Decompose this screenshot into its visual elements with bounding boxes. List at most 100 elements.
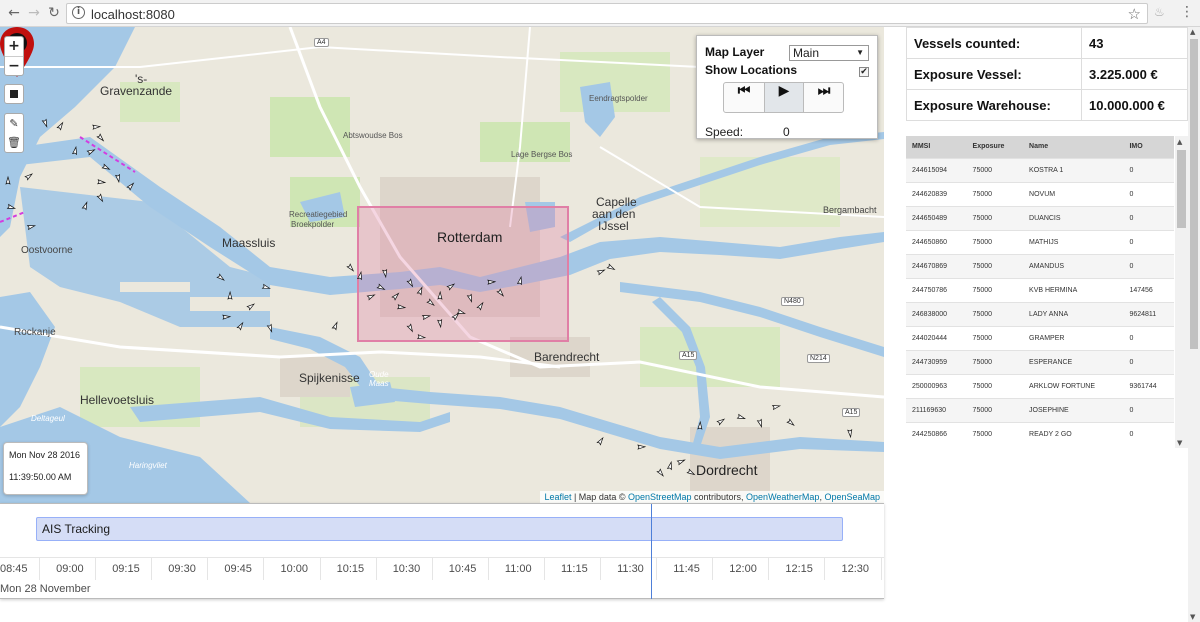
table-row[interactable]: 244620839 75000 NOVUM 0 bbox=[906, 181, 1174, 206]
openseamap-link[interactable]: OpenSeaMap bbox=[824, 492, 880, 502]
vessel-icon[interactable] bbox=[736, 413, 746, 420]
vessel-icon[interactable] bbox=[366, 293, 376, 301]
vessel-icon[interactable] bbox=[676, 458, 686, 466]
vessel-icon[interactable] bbox=[786, 418, 795, 427]
vessel-icon[interactable] bbox=[5, 175, 11, 185]
osm-link[interactable]: OpenStreetMap bbox=[628, 492, 692, 502]
column-header-mmsi[interactable]: MMSI bbox=[906, 136, 967, 158]
edit-icon[interactable]: ✎ bbox=[5, 114, 23, 133]
vessel-icon[interactable] bbox=[451, 312, 460, 321]
owm-link[interactable]: OpenWeatherMap bbox=[746, 492, 819, 502]
vessel-icon[interactable] bbox=[596, 268, 606, 276]
reload-icon[interactable]: ↻ bbox=[44, 3, 64, 23]
timeline[interactable]: AIS Tracking 08:45 09:00 09:15 09:30 09:45 10… bbox=[0, 503, 884, 599]
page-scrollbar[interactable]: ▲ ▼ bbox=[1188, 27, 1200, 622]
table-row[interactable]: 244730959 75000 ESPERANCE 0 bbox=[906, 349, 1174, 374]
bookmark-star-icon[interactable]: ☆ bbox=[1128, 5, 1141, 23]
vessel-icon[interactable] bbox=[686, 468, 696, 476]
vessel-icon[interactable] bbox=[92, 124, 102, 130]
vessel-icon[interactable] bbox=[391, 292, 400, 301]
vessel-icon[interactable] bbox=[346, 263, 355, 272]
vessel-icon[interactable] bbox=[487, 279, 497, 285]
vessel-icon[interactable] bbox=[96, 133, 105, 142]
table-row[interactable]: 244650860 75000 MATHIJS 0 bbox=[906, 229, 1174, 254]
stop-button[interactable] bbox=[4, 84, 24, 104]
play-icon[interactable]: ▶ bbox=[764, 83, 804, 112]
timeline-current-time-cursor[interactable] bbox=[651, 504, 652, 599]
scrollbar-thumb[interactable] bbox=[1190, 39, 1198, 349]
url-text[interactable]: localhost:8080 bbox=[91, 7, 175, 22]
column-header-exposure[interactable]: Exposure bbox=[966, 136, 1024, 158]
scroll-down-icon[interactable]: ▼ bbox=[1190, 613, 1195, 621]
table-row[interactable]: 244020444 75000 GRAMPER 0 bbox=[906, 325, 1174, 350]
column-header-imo[interactable]: IMO bbox=[1123, 136, 1174, 158]
map-view[interactable]: 's- Gravenzande Maassluis Oostvoorne Roc… bbox=[0, 27, 884, 503]
vessel-icon[interactable] bbox=[356, 270, 363, 281]
column-header-name[interactable]: Name bbox=[1023, 136, 1124, 158]
vessel-icon[interactable] bbox=[397, 304, 407, 310]
vessel-icon[interactable] bbox=[216, 273, 225, 281]
vessel-icon[interactable] bbox=[6, 203, 17, 211]
vessel-icon[interactable] bbox=[437, 319, 443, 329]
vessel-icon[interactable] bbox=[406, 323, 414, 333]
vessel-icon[interactable] bbox=[476, 301, 484, 311]
table-row[interactable]: 244250866 75000 READY 2 GO 0 bbox=[906, 421, 1174, 446]
vessel-icon[interactable] bbox=[236, 321, 244, 331]
vessel-icon[interactable] bbox=[606, 263, 616, 271]
vessel-icon[interactable] bbox=[382, 268, 388, 279]
vessel-icon[interactable] bbox=[331, 321, 339, 331]
table-row[interactable]: 244650489 75000 DUANCIS 0 bbox=[906, 205, 1174, 230]
timeline-item-ais-tracking[interactable]: AIS Tracking bbox=[36, 517, 843, 541]
vessel-icon[interactable] bbox=[24, 172, 34, 181]
vessel-icon[interactable] bbox=[71, 145, 78, 156]
vessel-icon[interactable] bbox=[81, 201, 88, 211]
vessel-icon[interactable] bbox=[416, 286, 423, 296]
vessel-table-container[interactable]: MMSI Exposure Name IMO 244615094 75000 KOSTRA… bbox=[906, 136, 1188, 448]
vessel-icon[interactable] bbox=[246, 302, 256, 311]
vessel-icon[interactable] bbox=[666, 460, 674, 471]
vessel-icon[interactable] bbox=[456, 308, 466, 315]
vessel-icon[interactable] bbox=[697, 420, 703, 430]
info-icon[interactable]: i bbox=[72, 6, 85, 19]
vessel-icon[interactable] bbox=[56, 121, 64, 131]
table-row[interactable]: 244615094 75000 KOSTRA 10 bbox=[906, 157, 1174, 182]
table-row[interactable]: 211169630 75000 JOSEPHINE 0 bbox=[906, 397, 1174, 422]
vessel-icon[interactable] bbox=[637, 444, 647, 450]
vessel-icon[interactable] bbox=[716, 418, 726, 426]
forward-icon[interactable]: → bbox=[24, 3, 44, 23]
vessel-icon[interactable] bbox=[126, 182, 135, 191]
vessel-icon[interactable] bbox=[847, 429, 853, 439]
vessel-icon[interactable] bbox=[227, 290, 233, 300]
vessel-icon[interactable] bbox=[97, 179, 107, 185]
table-row[interactable]: 246838000 75000 LADY ANNA 9624811 bbox=[906, 301, 1174, 326]
vessel-icon[interactable] bbox=[41, 118, 48, 128]
vessel-icon[interactable] bbox=[417, 334, 427, 340]
vessel-icon[interactable] bbox=[86, 148, 96, 156]
vessel-icon[interactable] bbox=[771, 404, 782, 411]
vessel-icon[interactable] bbox=[222, 314, 232, 320]
back-icon[interactable]: ← bbox=[4, 3, 24, 23]
zoom-out-button[interactable]: − bbox=[5, 57, 23, 76]
vessel-icon[interactable] bbox=[596, 436, 604, 446]
vessel-icon[interactable] bbox=[266, 323, 273, 333]
vessel-icon[interactable] bbox=[496, 288, 505, 297]
vessel-icon[interactable] bbox=[516, 275, 523, 286]
vessel-icon[interactable] bbox=[406, 278, 414, 288]
vessel-icon[interactable] bbox=[261, 283, 271, 291]
vessel-icon[interactable] bbox=[437, 290, 443, 300]
vessel-icon[interactable] bbox=[756, 418, 763, 428]
leaflet-link[interactable]: Leaflet bbox=[544, 492, 571, 502]
table-row[interactable]: 244670869 75000 AMANDUS 0 bbox=[906, 253, 1174, 278]
scroll-up-icon[interactable]: ▲ bbox=[1190, 28, 1195, 36]
scroll-up-icon[interactable]: ▲ bbox=[1177, 138, 1182, 146]
vessel-table-scrollbar[interactable]: ▲ ▼ bbox=[1175, 136, 1188, 448]
vessel-icon[interactable] bbox=[466, 293, 473, 303]
address-bar[interactable]: i localhost:8080 ☆ bbox=[66, 3, 1148, 24]
vessel-icon[interactable] bbox=[426, 298, 435, 307]
vessel-icon[interactable] bbox=[115, 173, 121, 184]
extension-icon[interactable]: ♨ bbox=[1154, 5, 1165, 19]
vessel-icon[interactable] bbox=[421, 314, 432, 321]
vessel-icon[interactable] bbox=[26, 224, 37, 231]
skip-back-icon[interactable]: ⏮ bbox=[724, 83, 764, 112]
scroll-down-icon[interactable]: ▼ bbox=[1177, 439, 1182, 447]
